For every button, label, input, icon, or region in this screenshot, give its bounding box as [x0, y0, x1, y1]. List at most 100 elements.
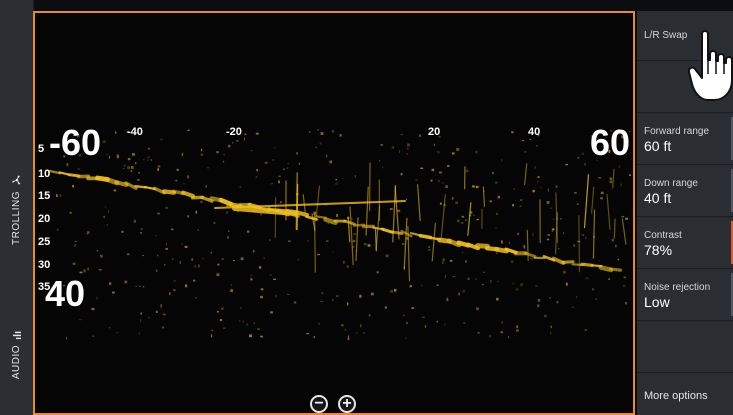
sonar-echo	[200, 153, 204, 156]
sonar-echo	[407, 143, 410, 147]
sonar-echo	[250, 150, 253, 152]
sonar-view[interactable]: -60 60 40 -40 -20 20 40 5 10 15 20 25 30…	[33, 11, 635, 415]
sonar-echo	[496, 297, 499, 301]
sonar-echo	[529, 138, 532, 140]
sonar-echo	[197, 229, 199, 231]
sonar-echo	[444, 193, 446, 195]
sonar-echo	[620, 183, 622, 187]
down-range-item[interactable]: Down range 40 ft	[637, 165, 733, 217]
sonar-echo	[139, 285, 141, 287]
sonar-echo	[419, 134, 421, 137]
more-options-button[interactable]: More options	[637, 373, 733, 415]
sonar-echo	[592, 209, 596, 259]
zoom-in-button[interactable]: +	[338, 395, 356, 413]
sonar-echo	[347, 302, 349, 306]
sonar-echo	[537, 180, 539, 183]
sonar-echo	[611, 238, 614, 242]
zoom-controls: − +	[310, 395, 356, 413]
sonar-echo	[496, 212, 498, 215]
noise-rejection-item[interactable]: Noise rejection Low	[637, 269, 733, 321]
sonar-echo	[79, 318, 83, 321]
sonar-echo	[617, 258, 620, 261]
contrast-item[interactable]: Contrast 78%	[637, 217, 733, 269]
sonar-echo	[147, 147, 151, 150]
sonar-echo	[406, 321, 408, 325]
sonar-echo	[404, 337, 407, 339]
sonar-echo	[256, 169, 259, 172]
sonar-echo	[297, 258, 300, 261]
sonar-echo	[315, 146, 317, 149]
sonar-echo	[609, 180, 613, 184]
forward-range-item[interactable]: Forward range 60 ft	[637, 113, 733, 165]
sonar-echo	[438, 171, 442, 174]
tab-trolling[interactable]: TROLLING	[0, 150, 33, 270]
sonar-echo	[258, 266, 262, 269]
sonar-echo	[519, 205, 522, 207]
top-tick: -20	[226, 126, 242, 138]
sonar-echo	[56, 194, 58, 197]
sonar-echo	[200, 200, 203, 203]
sonar-echo	[606, 193, 611, 230]
sonar-echo	[443, 242, 446, 244]
sonar-echo	[173, 289, 176, 292]
sonar-echo	[344, 328, 346, 331]
sonar-echo	[222, 160, 225, 163]
sonar-echo	[507, 336, 509, 339]
sonar-echo	[598, 177, 601, 179]
sonar-echo	[474, 278, 478, 280]
sonar-echo	[560, 218, 562, 220]
sonar-echo	[157, 168, 159, 172]
sonar-echo	[326, 240, 329, 242]
sonar-echo	[91, 307, 95, 311]
sonar-echo	[317, 253, 321, 256]
sonar-echo	[217, 263, 220, 266]
sonar-echo	[253, 322, 255, 324]
sonar-echo	[115, 331, 119, 334]
sonar-echo	[223, 153, 225, 156]
sonar-echo	[623, 276, 626, 279]
sonar-echo	[115, 131, 117, 134]
tab-audio[interactable]: AUDIO	[0, 320, 33, 390]
sonar-echo	[456, 148, 460, 151]
sonar-echo	[248, 334, 252, 338]
sonar-echo	[380, 144, 383, 146]
sonar-echo	[264, 161, 268, 164]
sonar-echo	[583, 174, 590, 229]
sonar-echo	[513, 188, 515, 190]
sonar-echo	[512, 204, 515, 207]
sonar-echo	[313, 335, 315, 339]
sonar-echo	[347, 335, 349, 338]
sonar-echo	[488, 334, 491, 338]
sonar-echo	[447, 164, 450, 167]
sonar-echo	[283, 168, 285, 170]
sonar-echo	[222, 327, 226, 329]
sonar-echo	[465, 169, 469, 173]
sonar-echo	[326, 154, 328, 158]
sonar-echo	[490, 280, 492, 283]
sonar-echo	[240, 257, 244, 261]
sonar-echo	[298, 162, 300, 165]
sonar-echo	[497, 195, 501, 199]
sonar-echo	[501, 240, 503, 242]
sonar-echo	[141, 255, 145, 257]
sonar-echo	[473, 214, 475, 217]
sonar-echo	[162, 326, 165, 329]
sonar-echo	[74, 240, 77, 243]
sonar-echo	[439, 202, 442, 205]
down-range-readout: 40	[45, 273, 86, 314]
sonar-echo	[116, 154, 119, 157]
sonar-echo	[165, 247, 169, 250]
sonar-echo	[56, 228, 59, 231]
sonar-echo	[252, 249, 255, 253]
sonar-echo	[403, 266, 405, 269]
sonar-echo	[475, 243, 490, 249]
sonar-echo	[406, 237, 409, 240]
sonar-echo	[275, 294, 277, 298]
zoom-out-button[interactable]: −	[310, 395, 328, 413]
sonar-echo	[316, 218, 320, 221]
sonar-echo	[252, 210, 255, 213]
sonar-echo	[577, 156, 580, 159]
sonar-echo	[239, 186, 242, 188]
sonar-echo	[221, 258, 224, 261]
sonar-echo	[405, 198, 408, 201]
